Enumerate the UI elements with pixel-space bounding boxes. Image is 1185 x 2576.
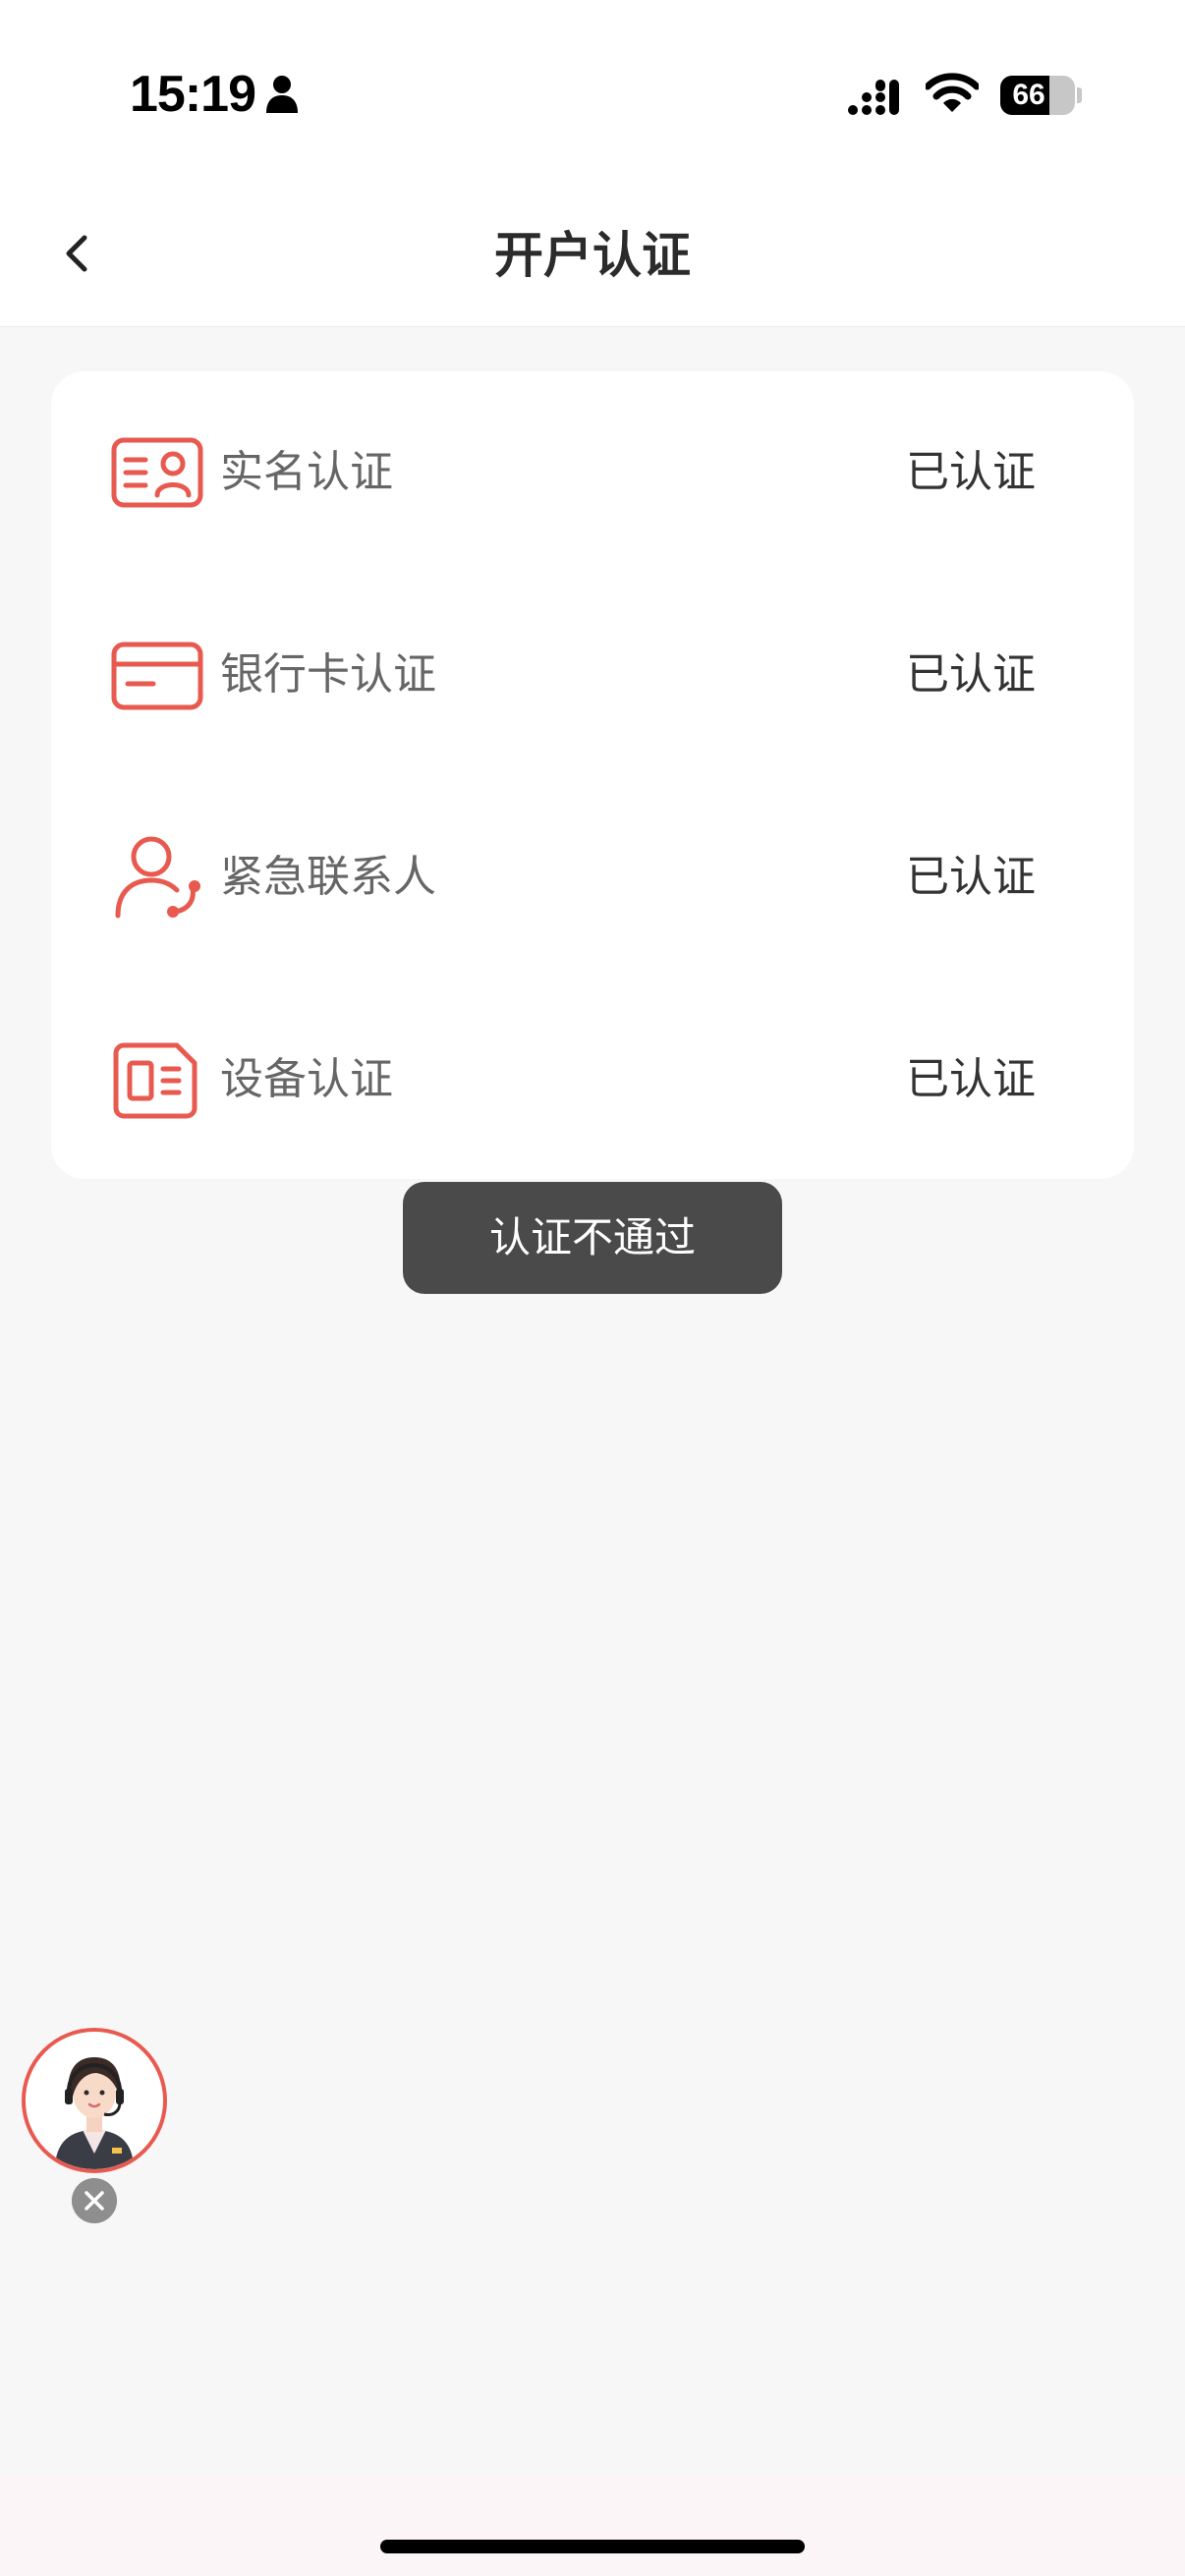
- id-card-icon: [111, 437, 203, 508]
- verification-item-bank-card[interactable]: 银行卡认证 已认证: [51, 574, 1134, 776]
- close-icon[interactable]: [72, 2178, 117, 2223]
- device-icon: [113, 1042, 198, 1119]
- verification-status: 已认证: [906, 1054, 1036, 1104]
- page-title: 开户认证: [494, 227, 691, 284]
- verification-item-device[interactable]: 设备认证 已认证: [51, 979, 1134, 1181]
- top-bar: 15:19 66 开户认证: [0, 0, 1185, 327]
- verification-label: 紧急联系人: [220, 852, 436, 902]
- verification-item-real-name[interactable]: 实名认证 已认证: [51, 371, 1134, 574]
- verification-item-emergency-contact[interactable]: 紧急联系人 已认证: [51, 776, 1134, 979]
- contact-phone-icon: [115, 836, 200, 919]
- battery-icon: 66: [1000, 76, 1075, 115]
- bank-card-icon: [111, 642, 203, 710]
- wifi-icon: [926, 73, 979, 112]
- cellular-signal-icon: [848, 80, 899, 115]
- customer-service-avatar: [26, 2032, 163, 2169]
- verification-status: 已认证: [906, 649, 1036, 700]
- bottom-safe-area: [0, 2476, 1185, 2576]
- verification-status: 已认证: [906, 447, 1036, 497]
- verification-card: 实名认证 已认证 银行卡认证 已认证 紧急联系人 已认证 设备认证 已认证: [51, 371, 1134, 1179]
- home-indicator[interactable]: [380, 2540, 805, 2553]
- verification-label: 实名认证: [220, 447, 393, 497]
- person-icon: [266, 76, 298, 113]
- battery-percent: 66: [1012, 79, 1045, 111]
- customer-service-button[interactable]: [22, 2028, 167, 2173]
- verification-status: 已认证: [906, 852, 1036, 902]
- toast-message: 认证不通过: [403, 1182, 782, 1294]
- status-time: 15:19: [130, 66, 256, 123]
- verification-label: 设备认证: [220, 1054, 393, 1104]
- verification-label: 银行卡认证: [220, 649, 436, 700]
- battery-cap: [1077, 87, 1082, 103]
